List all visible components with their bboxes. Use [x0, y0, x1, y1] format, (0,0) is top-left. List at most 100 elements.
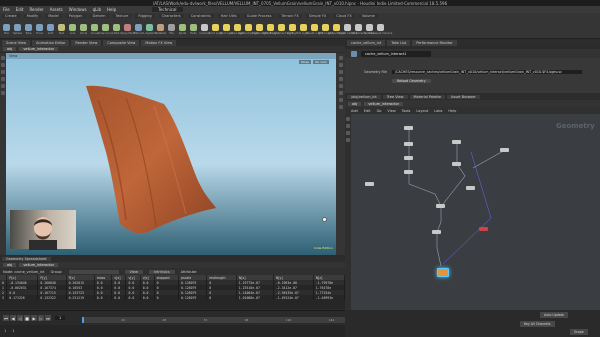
breadcrumb-node[interactable]: vellum_interactor [19, 47, 59, 51]
stop-icon[interactable]: ■ [24, 315, 30, 321]
network-tool-icon[interactable] [346, 124, 350, 128]
current-frame-field[interactable]: 1 [55, 316, 66, 320]
shelf-tab[interactable]: Cloud FX [333, 14, 355, 18]
menu-qlib[interactable]: qLib [93, 7, 101, 12]
geometry-spreadsheet[interactable]: P[x] P[y] P[z] mass v[x] v[y] v[z] stopped pscal… [0, 275, 346, 309]
net-menu-go[interactable]: Go [377, 109, 382, 113]
menu-edit[interactable]: Edit [16, 7, 24, 12]
shelf-tab[interactable]: Hair Utils [217, 14, 240, 18]
shelf-tool-button[interactable]: Sky Light [287, 24, 298, 35]
lighting-icon[interactable] [338, 63, 343, 67]
menu-assets[interactable]: Assets [50, 7, 63, 12]
tab-render-view[interactable]: Render View [71, 39, 102, 46]
net-menu-help[interactable]: Help [448, 109, 456, 113]
play-reverse-icon[interactable]: ◁ [17, 315, 23, 321]
network-node[interactable] [452, 140, 461, 144]
network-node[interactable] [500, 148, 509, 152]
shelf-tool-button[interactable]: Environment Light [270, 24, 293, 35]
tab-animation-editor[interactable]: Animation Editor [32, 39, 70, 46]
shelf-tool-button[interactable]: Platonic [133, 24, 144, 35]
pose-tool-icon[interactable] [1, 91, 5, 95]
shelf-tab[interactable]: Model [45, 14, 62, 18]
shelf-tool-button[interactable]: Line [68, 24, 77, 35]
camera-menu-button[interactable]: No cam [313, 60, 329, 64]
menu-file[interactable]: File [3, 7, 10, 12]
start-frame-field[interactable]: 1 [4, 329, 6, 333]
rotate-tool-icon[interactable] [1, 70, 5, 74]
breadcrumb-node[interactable]: vellum_interactor [19, 263, 59, 267]
tab-network[interactable]: /obj/vellum_int [347, 94, 381, 99]
desktop-selector[interactable]: Technical [152, 7, 183, 12]
breadcrumb-obj[interactable]: obj [3, 263, 17, 267]
scope-button[interactable]: Scope [570, 329, 588, 335]
table-row[interactable]: 3 0.171326 0.132322 0.251219 0.0 0.0 0.0 0.0 0 0.… [0, 295, 346, 300]
selected-file-cache-node[interactable] [437, 268, 449, 277]
wireframe-icon[interactable] [338, 77, 343, 81]
net-menu-view[interactable]: View [387, 109, 395, 113]
group-field[interactable] [68, 269, 119, 274]
grid-icon[interactable] [338, 84, 343, 88]
network-node[interactable] [404, 142, 413, 146]
camera-icon[interactable] [338, 105, 343, 109]
play-icon[interactable]: ▶ [31, 315, 37, 321]
network-node[interactable] [432, 230, 441, 234]
visibility-icon[interactable] [338, 98, 343, 102]
network-editor[interactable] [345, 114, 600, 310]
shelf-tab[interactable]: Deform [89, 14, 109, 18]
shelf-tool-button[interactable]: Tube [24, 24, 33, 35]
handle-tool-icon[interactable] [1, 84, 5, 88]
key-all-channels-button[interactable]: Key All Channels [520, 321, 555, 327]
network-tool-icon[interactable] [346, 131, 350, 135]
breadcrumb-node[interactable]: vellum_interactor [364, 101, 404, 106]
network-node[interactable] [404, 156, 413, 160]
tab-parameters[interactable]: cache_vellum_int [347, 39, 386, 46]
network-tool-icon[interactable] [346, 138, 350, 142]
reload-geometry-button[interactable]: Reload Geometry [392, 78, 431, 83]
shelf-tool-button[interactable]: Box [2, 24, 11, 35]
tab-tree-view[interactable]: Tree View [382, 94, 408, 99]
shelf-tool-button[interactable]: Point Light [209, 24, 222, 35]
tab-performance-monitor[interactable]: Performance Monitor [412, 39, 457, 46]
network-node[interactable] [365, 182, 374, 186]
shelf-tool-button[interactable]: VR Camera [351, 24, 366, 35]
tab-composite-view[interactable]: Composite View [103, 39, 140, 46]
tab-motion-fx-view[interactable]: Motion FX View [141, 39, 177, 46]
shelf-tab[interactable]: Polygon [65, 14, 86, 18]
menu-windows[interactable]: Windows [69, 7, 87, 12]
network-node[interactable] [404, 170, 413, 174]
shelf-tab[interactable]: Create [2, 14, 20, 18]
scale-tool-icon[interactable] [1, 77, 5, 81]
net-menu-edit[interactable]: Edit [364, 109, 371, 113]
shelf-tab[interactable]: Texture [112, 14, 132, 18]
shading-icon[interactable] [338, 70, 343, 74]
net-menu-labs[interactable]: Labs [434, 109, 442, 113]
shelf-tab[interactable]: Rigging [135, 14, 155, 18]
shelf-tab[interactable]: Volume [358, 14, 378, 18]
shelf-tool-button[interactable]: Null [57, 24, 66, 35]
network-tool-icon[interactable] [346, 117, 350, 121]
shelf-tool-button[interactable]: Spray Paint [120, 24, 135, 35]
range-start-field[interactable]: 1 [12, 329, 14, 333]
breadcrumb-obj[interactable]: obj [348, 101, 362, 106]
breadcrumb-obj[interactable]: obj [3, 47, 17, 51]
tab-scene-view[interactable]: Scene View [2, 39, 31, 46]
shelf-tab[interactable]: Characters [158, 14, 184, 18]
shelf-tool-button[interactable]: Metaball [155, 24, 166, 35]
shelf-tool-button[interactable]: Draw Curve [98, 24, 113, 35]
shelf-tab[interactable]: Simple FX [305, 14, 330, 18]
net-menu-layout[interactable]: Layout [416, 109, 428, 113]
shelf-tool-button[interactable]: Circle [79, 24, 88, 35]
tab-asset-browser[interactable]: Asset Browser [446, 94, 480, 99]
select-tool-icon[interactable] [1, 56, 5, 60]
network-node-error[interactable] [479, 227, 488, 231]
persp-menu-button[interactable]: Persp [299, 60, 312, 64]
shelf-tab[interactable]: Constraints [187, 14, 214, 18]
network-node[interactable] [404, 126, 413, 130]
shelf-tool-button[interactable]: Sphere [13, 24, 22, 35]
node-name-field[interactable]: cache_vellum_interact1 [361, 50, 431, 57]
tab-take-list[interactable]: Take List [387, 39, 411, 46]
shelf-tool-button[interactable]: Spiral [178, 24, 187, 35]
menu-render[interactable]: Render [29, 7, 43, 12]
geometry-file-field[interactable]: /CACHES/resource_caches/vellumGrain_INT_… [392, 69, 582, 74]
shelf-tool-button[interactable]: Helix [189, 24, 198, 35]
